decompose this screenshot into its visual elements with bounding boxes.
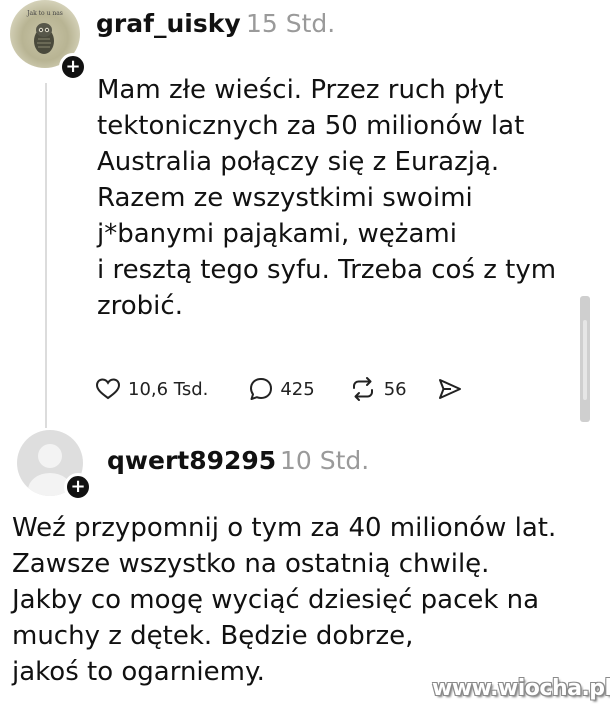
comment-count: 425	[280, 378, 315, 400]
like-button[interactable]: 10,6 Tsd.	[95, 377, 208, 401]
post-text-line: Mam złe wieści. Przez ruch płyt	[97, 75, 504, 105]
repost-icon	[352, 377, 373, 401]
reply-text-line: Zawsze wszystko na ostatnią chwilę.	[12, 549, 490, 579]
follow-plus-icon[interactable]: +	[59, 53, 87, 81]
reply-text-line: Jakby co mogę wyciąć dziesięć pacek na	[12, 585, 540, 615]
post-text-line: zrobić.	[97, 291, 183, 321]
username[interactable]: graf_uisky	[96, 9, 241, 38]
comment-button[interactable]: 425	[248, 376, 315, 402]
post-text-line: i resztą tego syfu. Trzeba coś z tym	[97, 255, 557, 285]
follow-plus-icon[interactable]: +	[64, 473, 92, 501]
username[interactable]: qwert89295	[107, 446, 276, 475]
post-text-line: tektonicznych za 50 milionów lat	[97, 111, 525, 141]
post-actions: 10,6 Tsd. 425 56	[95, 372, 463, 406]
owl-avatar-image	[34, 23, 54, 54]
speech-bubble-icon	[250, 378, 273, 400]
reply-text-line: muchy z dętek. Będzie dobrze,	[12, 621, 414, 651]
reply-text-line: Weź przypomnij o tym za 40 milionów lat.	[12, 513, 557, 543]
scrollbar-thumb[interactable]	[583, 320, 587, 400]
post-text-line: j*banymi pająkami, wężami	[97, 219, 457, 249]
post-timestamp: 15 Std.	[246, 9, 336, 38]
post-timestamp: 10 Std.	[280, 446, 370, 475]
reply-text: Weź przypomnij o tym za 40 milionów lat.…	[12, 510, 608, 690]
avatar-caption: Jak to u nas	[27, 10, 63, 17]
heart-icon	[95, 378, 121, 400]
repost-button[interactable]: 56	[349, 376, 407, 402]
repost-count: 56	[383, 378, 407, 400]
like-count: 10,6 Tsd.	[128, 378, 209, 400]
post-text: Mam złe wieści. Przez ruch płyt tektonic…	[97, 72, 567, 324]
send-icon	[438, 379, 461, 399]
post-text-line: Razem ze wszystkimi swoimi	[97, 183, 473, 213]
post-text-line: Australia połączy się z Eurazją.	[97, 147, 500, 177]
thread-line	[45, 83, 47, 428]
share-button[interactable]	[437, 377, 463, 401]
watermark: www.wiocha.pl	[432, 676, 610, 701]
